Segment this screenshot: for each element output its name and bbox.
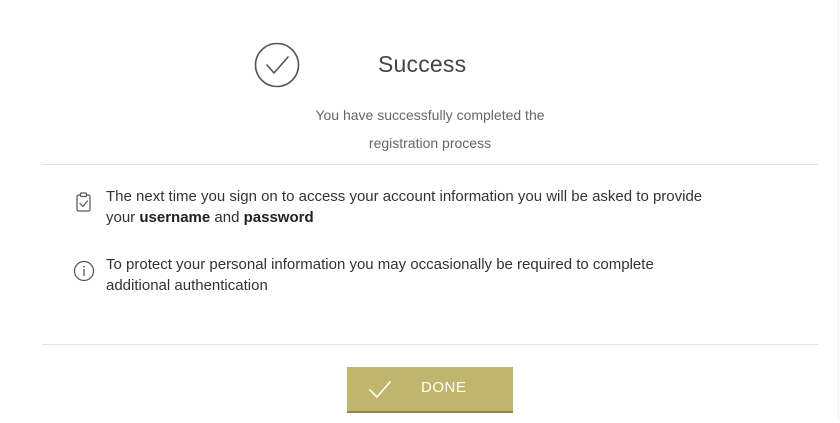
info-text-authentication-line2: additional authentication (106, 277, 268, 294)
check-icon (369, 381, 391, 398)
username-emphasis: username (139, 209, 211, 226)
info-text-prefix: your (106, 209, 140, 226)
divider-top (42, 164, 818, 165)
success-message-line1: You have successfully completed the (315, 107, 545, 123)
info-text-credentials-line2: your username and password (106, 207, 806, 228)
password-emphasis: password (243, 209, 314, 226)
info-text-authentication: To protect your personal information you… (106, 254, 806, 296)
info-circle-icon (73, 260, 95, 282)
info-text-credentials: The next time you sign on to access your… (106, 186, 806, 228)
info-text-authentication-line1: To protect your personal information you… (106, 256, 654, 273)
success-title: Success (378, 51, 467, 77)
registration-success-page: Success You have successfully completed … (0, 0, 840, 423)
done-button-label: DONE (421, 379, 467, 396)
check-circle-icon (254, 42, 300, 88)
info-text-and: and (210, 209, 244, 226)
done-button[interactable]: DONE (347, 367, 513, 411)
clipboard-check-icon (76, 192, 91, 212)
success-message-line2: registration process (368, 135, 492, 151)
success-message: You have successfully completed the regi… (250, 101, 610, 157)
info-text-credentials-line1: The next time you sign on to access your… (106, 188, 703, 205)
divider-bottom (42, 344, 818, 345)
